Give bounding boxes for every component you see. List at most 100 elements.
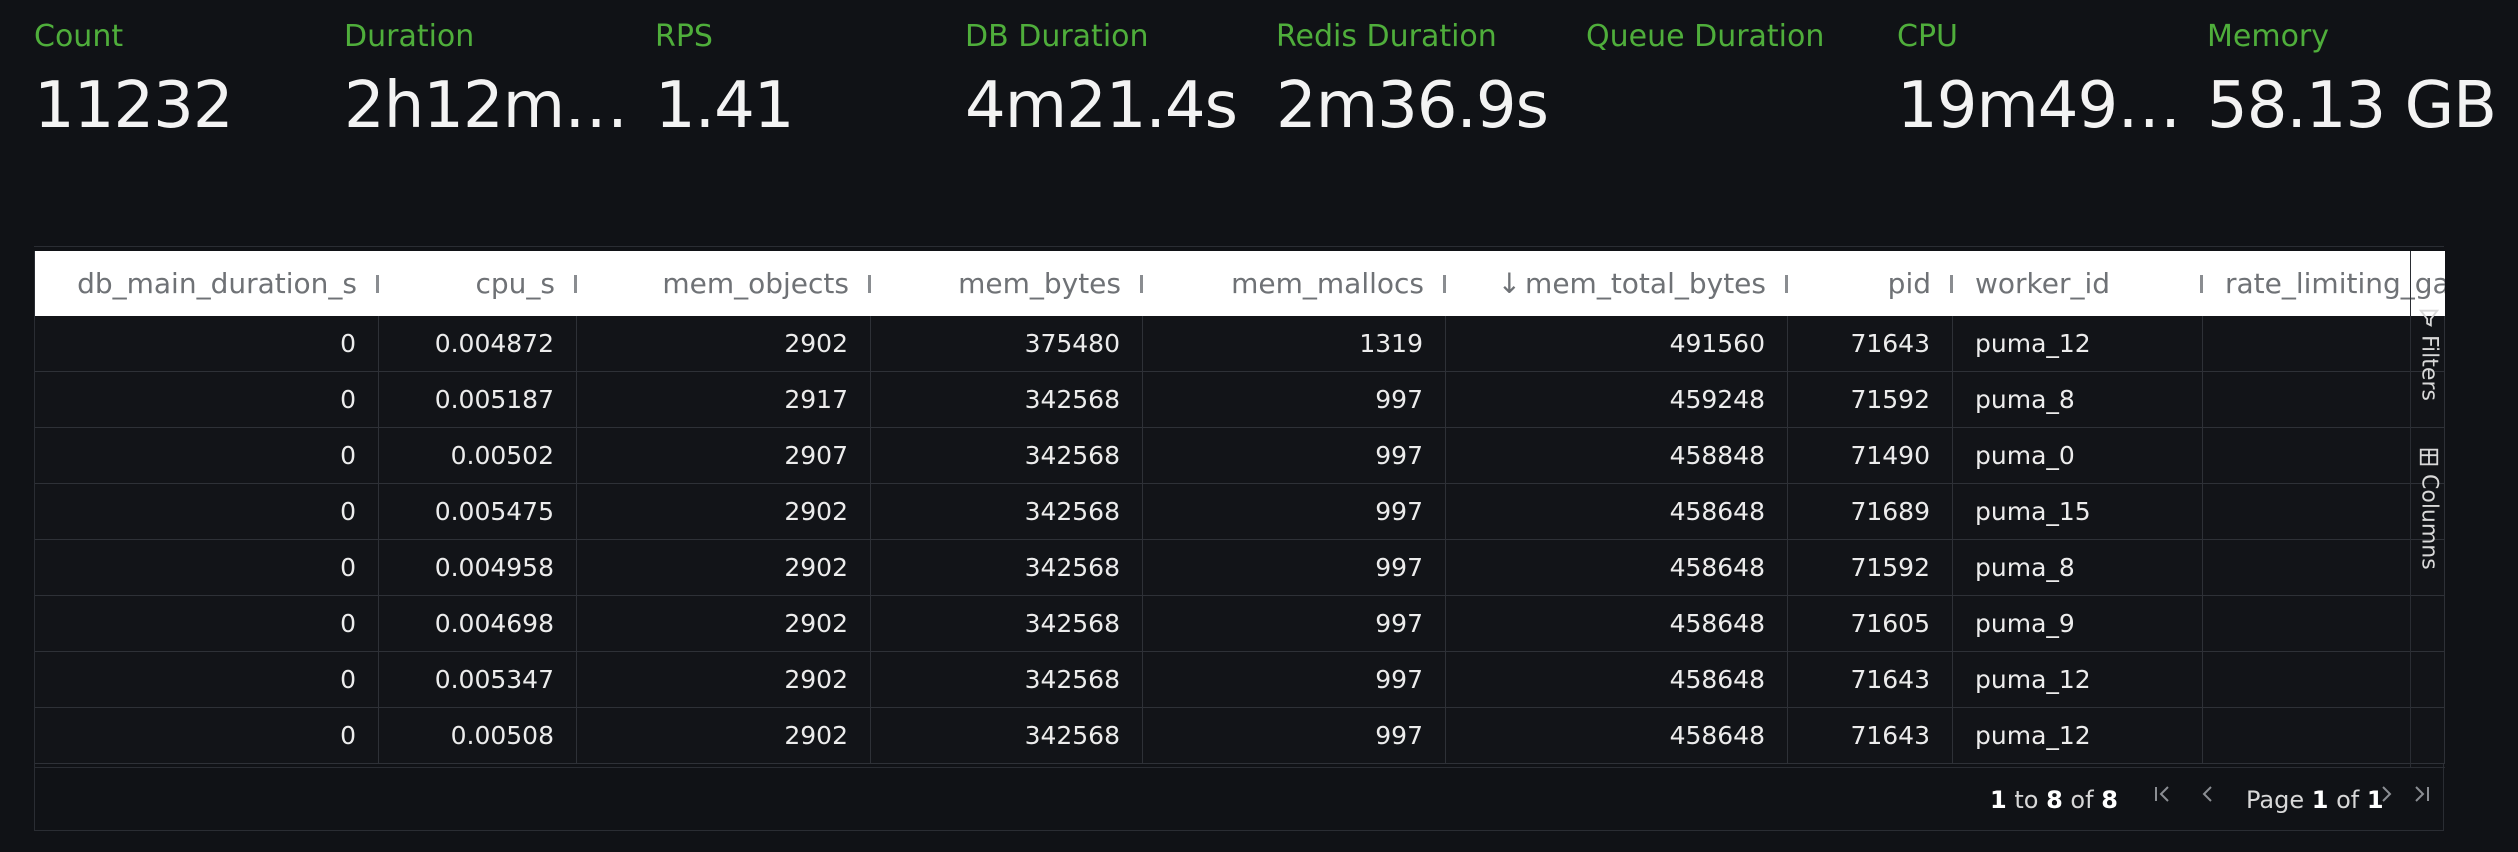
- cell-mem-mallocs[interactable]: 997: [1143, 372, 1446, 427]
- cell-rate-limiting[interactable]: [2203, 540, 2445, 595]
- pagination-bar: 1 to 8 of 8 Page 1 of 1: [35, 767, 2445, 831]
- cell-mem-objects[interactable]: 2902: [577, 708, 871, 763]
- cell-mem-bytes[interactable]: 342568: [871, 428, 1143, 483]
- column-header-mem-total-bytes[interactable]: ↓ mem_total_bytes: [1446, 251, 1788, 316]
- cell-pid[interactable]: 71689: [1788, 484, 1953, 539]
- cell-mem-objects[interactable]: 2907: [577, 428, 871, 483]
- cell-mem-total-bytes[interactable]: 491560: [1446, 316, 1788, 371]
- cell-mem-mallocs[interactable]: 997: [1143, 428, 1446, 483]
- cell-mem-bytes[interactable]: 342568: [871, 540, 1143, 595]
- cell-worker-id[interactable]: puma_8: [1953, 372, 2203, 427]
- cell-mem-mallocs[interactable]: 1319: [1143, 316, 1446, 371]
- column-header-rate-limiting[interactable]: rate_limiting_gat: [2203, 251, 2445, 316]
- cell-rate-limiting[interactable]: [2203, 372, 2445, 427]
- column-header-mem-mallocs[interactable]: mem_mallocs: [1143, 251, 1446, 316]
- cell-mem-objects[interactable]: 2902: [577, 596, 871, 651]
- range-from: 1: [1990, 786, 2007, 814]
- cell-mem-total-bytes[interactable]: 458648: [1446, 708, 1788, 763]
- columns-icon: [2419, 448, 2439, 466]
- cell-db-main-duration-s[interactable]: 0: [35, 708, 379, 763]
- cell-cpu-s[interactable]: 0.005347: [379, 652, 577, 707]
- cell-cpu-s[interactable]: 0.004698: [379, 596, 577, 651]
- cell-db-main-duration-s[interactable]: 0: [35, 652, 379, 707]
- table-row[interactable]: 0 0.00502 2907 342568 997 458848 71490 puma_0: [35, 428, 2445, 484]
- table-row[interactable]: 0 0.005347 2902 342568 997 458648 71643 puma_12: [35, 652, 2445, 708]
- cell-mem-mallocs[interactable]: 997: [1143, 484, 1446, 539]
- cell-mem-total-bytes[interactable]: 458648: [1446, 540, 1788, 595]
- cell-pid[interactable]: 71643: [1788, 708, 1953, 763]
- cell-mem-objects[interactable]: 2902: [577, 316, 871, 371]
- cell-mem-total-bytes[interactable]: 458648: [1446, 484, 1788, 539]
- cell-db-main-duration-s[interactable]: 0: [35, 428, 379, 483]
- cell-mem-objects[interactable]: 2902: [577, 652, 871, 707]
- cell-mem-bytes[interactable]: 375480: [871, 316, 1143, 371]
- table-row[interactable]: 0 0.005187 2917 342568 997 459248 71592 puma_8: [35, 372, 2445, 428]
- previous-page-button[interactable]: [2193, 782, 2223, 812]
- column-header-mem-bytes[interactable]: mem_bytes: [871, 251, 1143, 316]
- cell-mem-total-bytes[interactable]: 458848: [1446, 428, 1788, 483]
- table-row[interactable]: 0 0.004698 2902 342568 997 458648 71605 puma_9: [35, 596, 2445, 652]
- column-header-worker-id[interactable]: worker_id: [1953, 251, 2203, 316]
- cell-pid[interactable]: 71605: [1788, 596, 1953, 651]
- cell-worker-id[interactable]: puma_0: [1953, 428, 2203, 483]
- cell-rate-limiting[interactable]: [2203, 316, 2445, 371]
- cell-worker-id[interactable]: puma_9: [1953, 596, 2203, 651]
- column-header-pid[interactable]: pid: [1788, 251, 1953, 316]
- cell-mem-objects[interactable]: 2917: [577, 372, 871, 427]
- next-page-button[interactable]: [2371, 782, 2401, 812]
- cell-db-main-duration-s[interactable]: 0: [35, 316, 379, 371]
- cell-rate-limiting[interactable]: [2203, 708, 2445, 763]
- cell-mem-mallocs[interactable]: 997: [1143, 708, 1446, 763]
- table-row[interactable]: 0 0.005475 2902 342568 997 458648 71689 puma_15: [35, 484, 2445, 540]
- cell-mem-total-bytes[interactable]: 459248: [1446, 372, 1788, 427]
- cell-mem-bytes[interactable]: 342568: [871, 652, 1143, 707]
- cell-worker-id[interactable]: puma_12: [1953, 708, 2203, 763]
- column-header-db-main-duration-s[interactable]: db_main_duration_s: [35, 251, 379, 316]
- cell-worker-id[interactable]: puma_8: [1953, 540, 2203, 595]
- cell-mem-mallocs[interactable]: 997: [1143, 596, 1446, 651]
- cell-pid[interactable]: 71592: [1788, 540, 1953, 595]
- cell-mem-bytes[interactable]: 342568: [871, 596, 1143, 651]
- cell-mem-objects[interactable]: 2902: [577, 484, 871, 539]
- cell-pid[interactable]: 71592: [1788, 372, 1953, 427]
- cell-worker-id[interactable]: puma_12: [1953, 316, 2203, 371]
- cell-pid[interactable]: 71490: [1788, 428, 1953, 483]
- cell-cpu-s[interactable]: 0.005475: [379, 484, 577, 539]
- cell-cpu-s[interactable]: 0.00502: [379, 428, 577, 483]
- table-viewport[interactable]: db_main_duration_s cpu_s mem_objects mem…: [35, 251, 2445, 767]
- cell-worker-id[interactable]: puma_15: [1953, 484, 2203, 539]
- cell-mem-bytes[interactable]: 342568: [871, 484, 1143, 539]
- cell-rate-limiting[interactable]: [2203, 652, 2445, 707]
- cell-worker-id[interactable]: puma_12: [1953, 652, 2203, 707]
- cell-cpu-s[interactable]: 0.00508: [379, 708, 577, 763]
- cell-cpu-s[interactable]: 0.004872: [379, 316, 577, 371]
- cell-mem-bytes[interactable]: 342568: [871, 708, 1143, 763]
- cell-cpu-s[interactable]: 0.005187: [379, 372, 577, 427]
- cell-rate-limiting[interactable]: [2203, 484, 2445, 539]
- first-page-button[interactable]: [2147, 782, 2177, 812]
- filters-tab[interactable]: Filters: [2411, 307, 2447, 401]
- table-row[interactable]: 0 0.004958 2902 342568 997 458648 71592 puma_8: [35, 540, 2445, 596]
- table-row[interactable]: 0 0.004872 2902 375480 1319 491560 71643 puma_1…: [35, 316, 2445, 372]
- last-page-button[interactable]: [2407, 782, 2437, 812]
- cell-rate-limiting[interactable]: [2203, 428, 2445, 483]
- cell-pid[interactable]: 71643: [1788, 652, 1953, 707]
- cell-db-main-duration-s[interactable]: 0: [35, 372, 379, 427]
- metric-db-duration: DB Duration 4m21.4s: [965, 18, 1255, 146]
- cell-mem-total-bytes[interactable]: 458648: [1446, 596, 1788, 651]
- table-row[interactable]: 0 0.00508 2902 342568 997 458648 71643 puma_12: [35, 708, 2445, 764]
- cell-mem-total-bytes[interactable]: 458648: [1446, 652, 1788, 707]
- cell-db-main-duration-s[interactable]: 0: [35, 596, 379, 651]
- cell-mem-mallocs[interactable]: 997: [1143, 540, 1446, 595]
- cell-mem-objects[interactable]: 2902: [577, 540, 871, 595]
- cell-db-main-duration-s[interactable]: 0: [35, 540, 379, 595]
- cell-cpu-s[interactable]: 0.004958: [379, 540, 577, 595]
- cell-pid[interactable]: 71643: [1788, 316, 1953, 371]
- column-header-mem-objects[interactable]: mem_objects: [577, 251, 871, 316]
- cell-mem-mallocs[interactable]: 997: [1143, 652, 1446, 707]
- cell-mem-bytes[interactable]: 342568: [871, 372, 1143, 427]
- cell-rate-limiting[interactable]: [2203, 596, 2445, 651]
- column-header-cpu-s[interactable]: cpu_s: [379, 251, 577, 316]
- cell-db-main-duration-s[interactable]: 0: [35, 484, 379, 539]
- columns-tab[interactable]: Columns: [2411, 446, 2447, 570]
